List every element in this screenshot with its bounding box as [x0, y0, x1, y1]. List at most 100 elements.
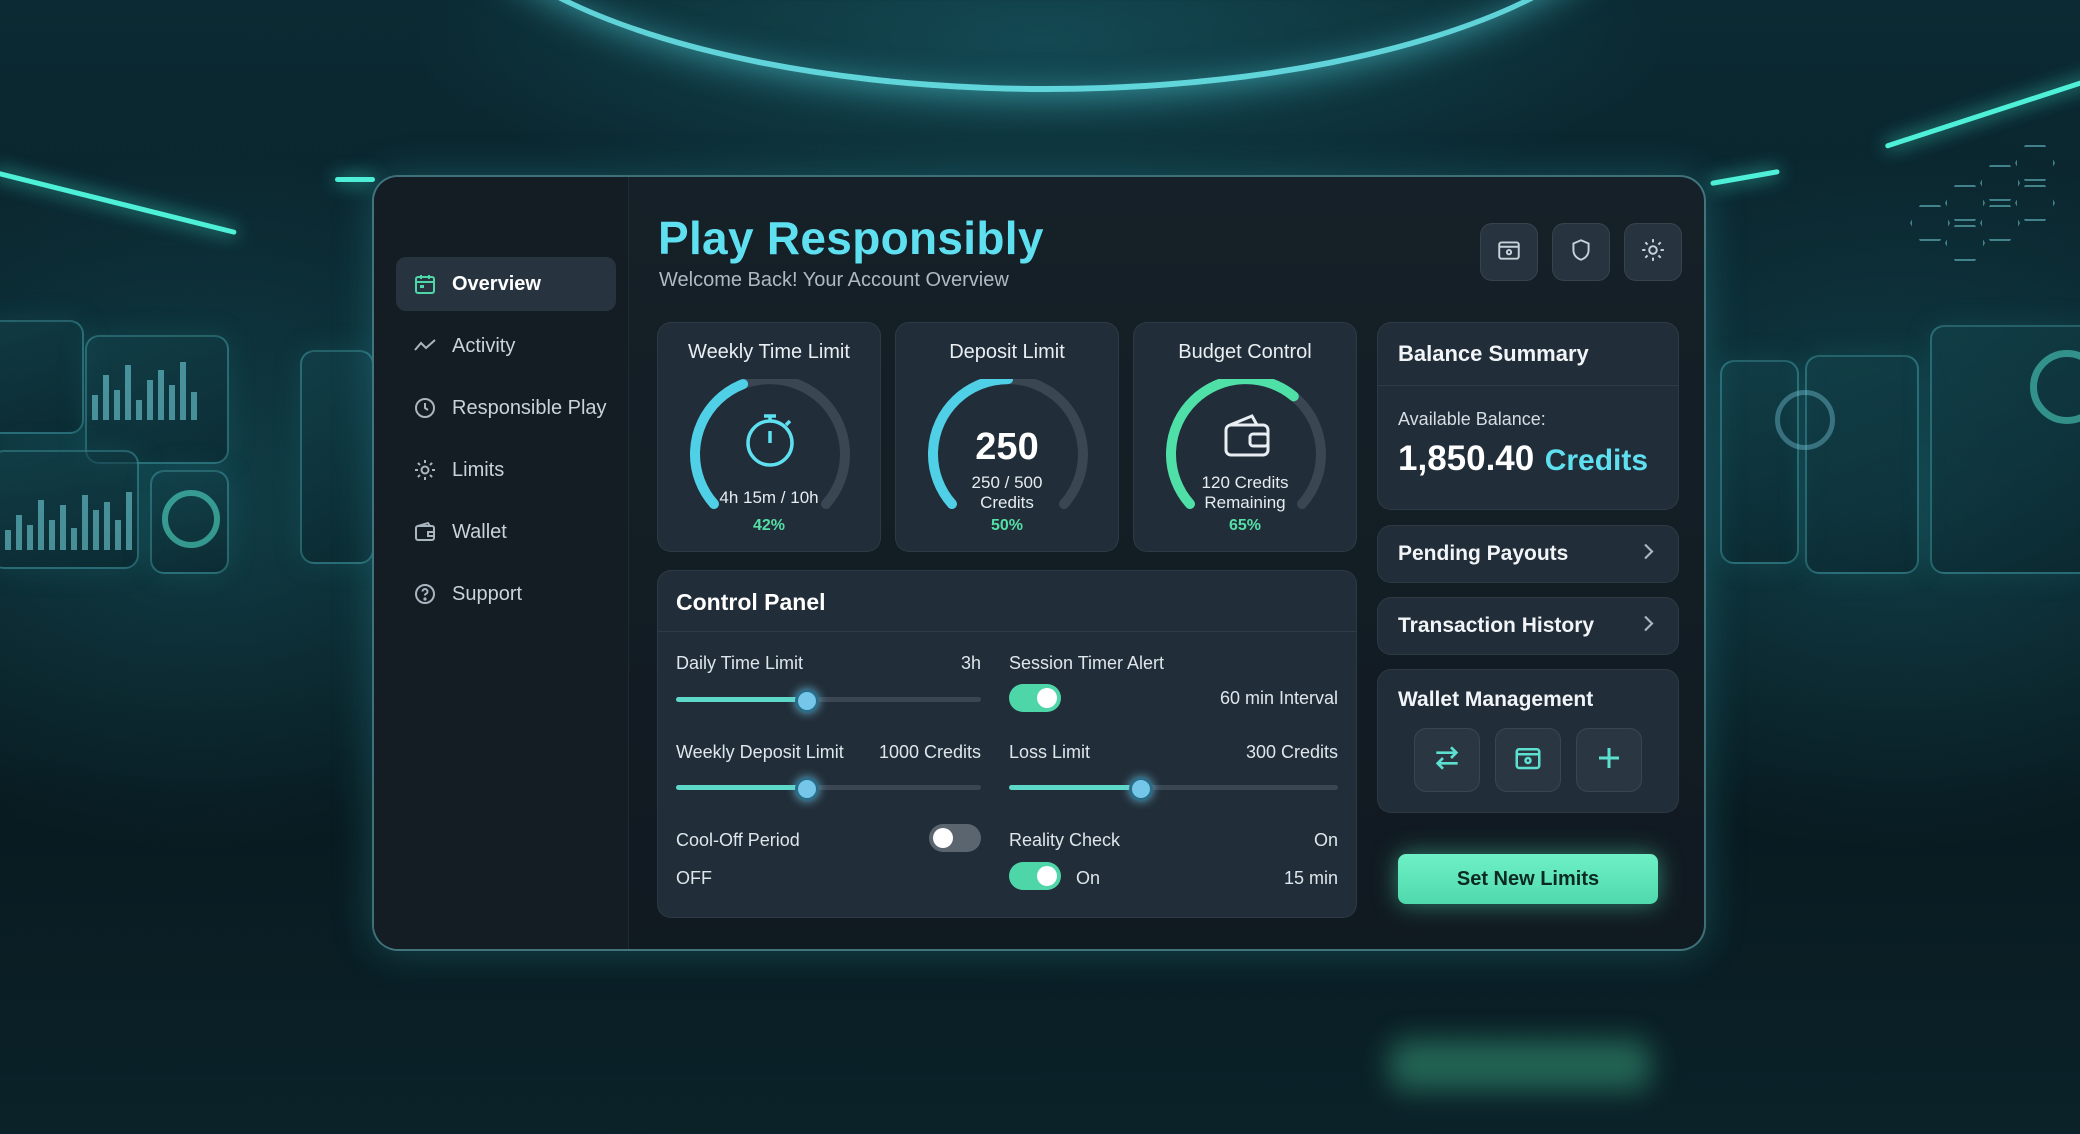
gear-icon: [1640, 237, 1666, 268]
plus-icon: [1594, 743, 1624, 778]
background-hex: [1980, 205, 2020, 241]
control-panel-title: Control Panel: [676, 589, 826, 615]
background-hex: [1980, 165, 2020, 201]
balance-amount: 1,850.40: [1398, 439, 1535, 478]
light-beam: [1710, 168, 1780, 187]
wallet-icon: [412, 519, 438, 545]
balance-summary-title: Balance Summary: [1398, 341, 1589, 366]
background-screen: [1720, 360, 1799, 564]
loss-limit-value: 300 Credits: [1245, 742, 1338, 762]
slider-handle[interactable]: [1128, 777, 1153, 801]
pending-payouts-link[interactable]: Pending Payouts: [1377, 525, 1679, 583]
sidebar-item-label: Wallet: [452, 520, 507, 543]
wallet-icon: [1224, 414, 1270, 457]
wallet-button[interactable]: [1495, 728, 1561, 792]
main-panel: Overview Activity Responsible Play Limit…: [372, 175, 1706, 951]
gauge-title: Deposit Limit: [949, 341, 1065, 363]
background-screen: [1805, 355, 1919, 574]
reality-check-interval: 15 min: [1283, 868, 1338, 888]
balance-summary-card: Balance Summary Available Balance: 1,850…: [1377, 322, 1679, 510]
background-dial: [162, 490, 220, 548]
daily-time-label: Daily Time Limit: [676, 653, 804, 673]
background-hex: [2015, 145, 2055, 181]
balance-unit: Credits: [1544, 444, 1649, 477]
reality-check-toggle[interactable]: [1009, 862, 1061, 890]
gauge-percent: 50%: [990, 517, 1024, 534]
gauge-unit: Credits: [980, 493, 1034, 512]
balance-amount-row: 1,850.40 Credits: [1398, 439, 1648, 479]
slider-handle[interactable]: [795, 689, 820, 713]
weekly-deposit-slider[interactable]: [676, 777, 981, 801]
gauge-value: 120 Credits: [1201, 473, 1289, 492]
session-timer-toggle[interactable]: [1009, 684, 1061, 712]
cool-off-toggle[interactable]: [929, 824, 981, 852]
loss-limit-label: Loss Limit: [1009, 742, 1091, 762]
stopwatch-icon: [746, 414, 794, 467]
page-title: Play Responsibly: [658, 212, 1044, 264]
background-screen: [1930, 325, 2080, 574]
gauge-unit: Remaining: [1204, 493, 1286, 512]
background-hex: [1945, 225, 1985, 261]
shield-button[interactable]: [1552, 223, 1610, 281]
reality-check-status: On: [1313, 830, 1338, 850]
sidebar-item-label: Overview: [452, 272, 541, 295]
background-screen: [150, 470, 229, 574]
gauge-value: 250 / 500: [971, 473, 1043, 492]
gauge-title: Budget Control: [1178, 341, 1312, 363]
weekly-deposit-label: Weekly Deposit Limit: [676, 742, 844, 762]
sidebar-item-overview[interactable]: Overview: [396, 257, 616, 311]
floor-reflection: [1390, 1040, 1650, 1090]
sidebar-item-label: Activity: [452, 334, 516, 357]
sidebar-item-label: Responsible Play: [452, 396, 607, 419]
background-dial: [2030, 350, 2080, 424]
slider-fill: [1009, 785, 1141, 790]
light-beam: [335, 177, 375, 182]
session-timer-label: Session Timer Alert: [1009, 653, 1165, 673]
transaction-history-link[interactable]: Transaction History: [1377, 597, 1679, 655]
chevron-right-icon: [1642, 614, 1656, 639]
transaction-history-label: Transaction History: [1398, 614, 1595, 637]
sidebar-item-responsible-play[interactable]: Responsible Play: [396, 381, 616, 435]
budget-control-card: Budget Control 120 Credits Remaining 65%: [1133, 322, 1357, 552]
shield-icon: [1568, 237, 1594, 268]
reality-check-label: Reality Check: [1009, 830, 1121, 850]
add-funds-button[interactable]: [1576, 728, 1642, 792]
transfer-icon: [1431, 742, 1463, 779]
clock-icon: [412, 395, 438, 421]
background-screen: [0, 450, 139, 569]
control-panel: Control Panel Daily Time Limit 3h Sessio…: [657, 570, 1357, 918]
background-hex: [1945, 185, 1985, 221]
wallet-card-button[interactable]: [1480, 223, 1538, 281]
light-beam: [0, 169, 237, 236]
background-screen: [85, 335, 229, 464]
slider-fill: [676, 785, 808, 790]
gauge-percent: 65%: [1228, 517, 1262, 534]
gauge-value: 4h 15m / 10h: [719, 488, 819, 507]
gear-icon: [412, 457, 438, 483]
transfer-button[interactable]: [1414, 728, 1480, 792]
slider-fill: [676, 697, 808, 702]
loss-limit-slider[interactable]: [1009, 777, 1338, 801]
cool-off-label: Cool-Off Period: [676, 830, 800, 850]
sidebar-item-activity[interactable]: Activity: [396, 319, 616, 373]
sidebar-item-limits[interactable]: Limits: [396, 443, 616, 497]
sidebar-item-wallet[interactable]: Wallet: [396, 505, 616, 559]
gauge-title: Weekly Time Limit: [688, 341, 850, 363]
daily-time-value: 3h: [960, 653, 981, 673]
reality-check-state: On: [1076, 868, 1101, 888]
toggle-knob: [1037, 866, 1057, 886]
daily-time-slider[interactable]: [676, 689, 981, 713]
set-new-limits-button[interactable]: Set New Limits: [1398, 854, 1658, 904]
slider-handle[interactable]: [795, 777, 820, 801]
sidebar-item-support[interactable]: Support: [396, 567, 616, 621]
activity-icon: [412, 333, 438, 359]
settings-button[interactable]: [1624, 223, 1682, 281]
background-bars: [92, 360, 197, 420]
background-screen: [0, 320, 84, 434]
toggle-knob: [933, 828, 953, 848]
sidebar-item-label: Support: [452, 582, 523, 605]
background-bars: [5, 490, 132, 550]
background-dial: [1775, 390, 1835, 450]
gauge-big-value: 250: [975, 426, 1039, 468]
wallet-management-title: Wallet Management: [1398, 688, 1594, 711]
